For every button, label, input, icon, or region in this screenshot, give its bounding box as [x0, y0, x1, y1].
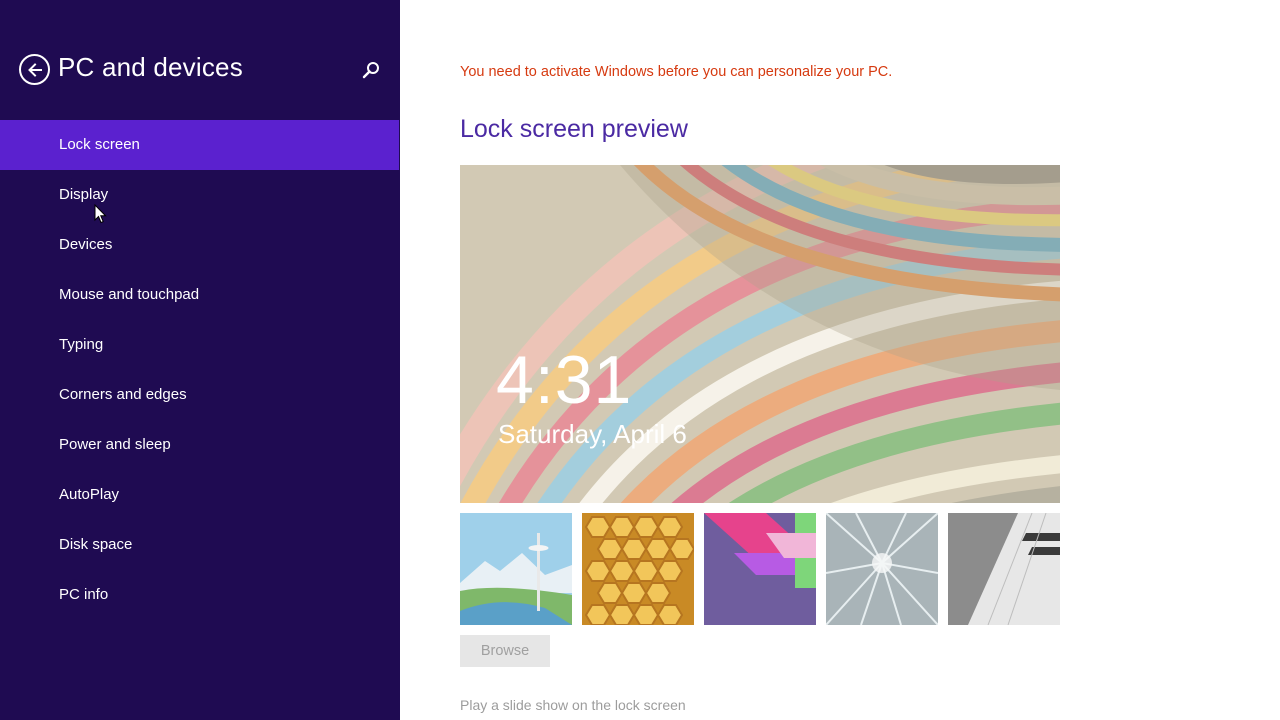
sidebar-item-label: PC info	[59, 586, 109, 603]
lock-screen-background-image	[460, 165, 1060, 503]
sidebar-item-label: Mouse and touchpad	[59, 286, 200, 303]
speed-tunnel-thumbnail[interactable]	[826, 513, 938, 625]
sidebar-nav: Lock screen Display Devices Mouse and to…	[0, 120, 400, 620]
browse-button[interactable]: Browse	[460, 635, 550, 667]
geometric-shapes-thumbnail[interactable]	[704, 513, 816, 625]
speed-tunnel-image	[826, 513, 938, 625]
search-icon	[362, 62, 379, 79]
section-title: Lock screen preview	[460, 115, 688, 143]
honeycomb-image	[582, 513, 694, 625]
sidebar-item-typing[interactable]: Typing	[0, 320, 400, 370]
sidebar-item-label: Power and sleep	[59, 436, 171, 453]
search-button[interactable]	[361, 60, 381, 80]
sidebar-item-autoplay[interactable]: AutoPlay	[0, 470, 400, 520]
slideshow-label: Play a slide show on the lock screen	[460, 697, 686, 713]
sidebar: PC and devices Lock screen Display Devic…	[0, 0, 400, 720]
back-arrow-icon	[27, 62, 42, 77]
space-needle-thumbnail[interactable]	[460, 513, 572, 625]
sidebar-header: PC and devices	[0, 0, 400, 120]
back-button[interactable]	[19, 54, 50, 85]
preview-clock: 4:31	[496, 342, 633, 418]
sidebar-item-mouse-and-touchpad[interactable]: Mouse and touchpad	[0, 270, 400, 320]
sidebar-item-pc-info[interactable]: PC info	[0, 570, 400, 620]
sidebar-item-corners-and-edges[interactable]: Corners and edges	[0, 370, 400, 420]
sidebar-item-label: Devices	[59, 236, 113, 253]
sidebar-title: PC and devices	[58, 52, 243, 82]
sidebar-item-label: Disk space	[59, 536, 133, 553]
preview-date: Saturday, April 6	[498, 419, 687, 449]
sidebar-item-devices[interactable]: Devices	[0, 220, 400, 270]
piano-keys-image	[948, 513, 1060, 625]
honeycomb-thumbnail[interactable]	[582, 513, 694, 625]
sidebar-item-label: Lock screen	[59, 136, 140, 153]
sidebar-item-label: AutoPlay	[59, 486, 120, 503]
space-needle-image	[460, 513, 572, 625]
sidebar-item-power-and-sleep[interactable]: Power and sleep	[0, 420, 400, 470]
main-content: You need to activate Windows before you …	[400, 0, 1280, 720]
sidebar-item-display[interactable]: Display	[0, 170, 400, 220]
sidebar-item-disk-space[interactable]: Disk space	[0, 520, 400, 570]
lock-screen-preview: 4:31 Saturday, April 6	[460, 165, 1060, 503]
background-thumbnails	[460, 513, 1060, 625]
sidebar-item-label: Display	[59, 186, 109, 203]
geometric-shapes-image	[704, 513, 816, 625]
piano-keys-thumbnail[interactable]	[948, 513, 1060, 625]
sidebar-item-lock-screen[interactable]: Lock screen	[0, 120, 399, 170]
sidebar-item-label: Typing	[59, 336, 104, 353]
activation-warning[interactable]: You need to activate Windows before you …	[460, 64, 892, 80]
sidebar-item-label: Corners and edges	[59, 386, 187, 403]
